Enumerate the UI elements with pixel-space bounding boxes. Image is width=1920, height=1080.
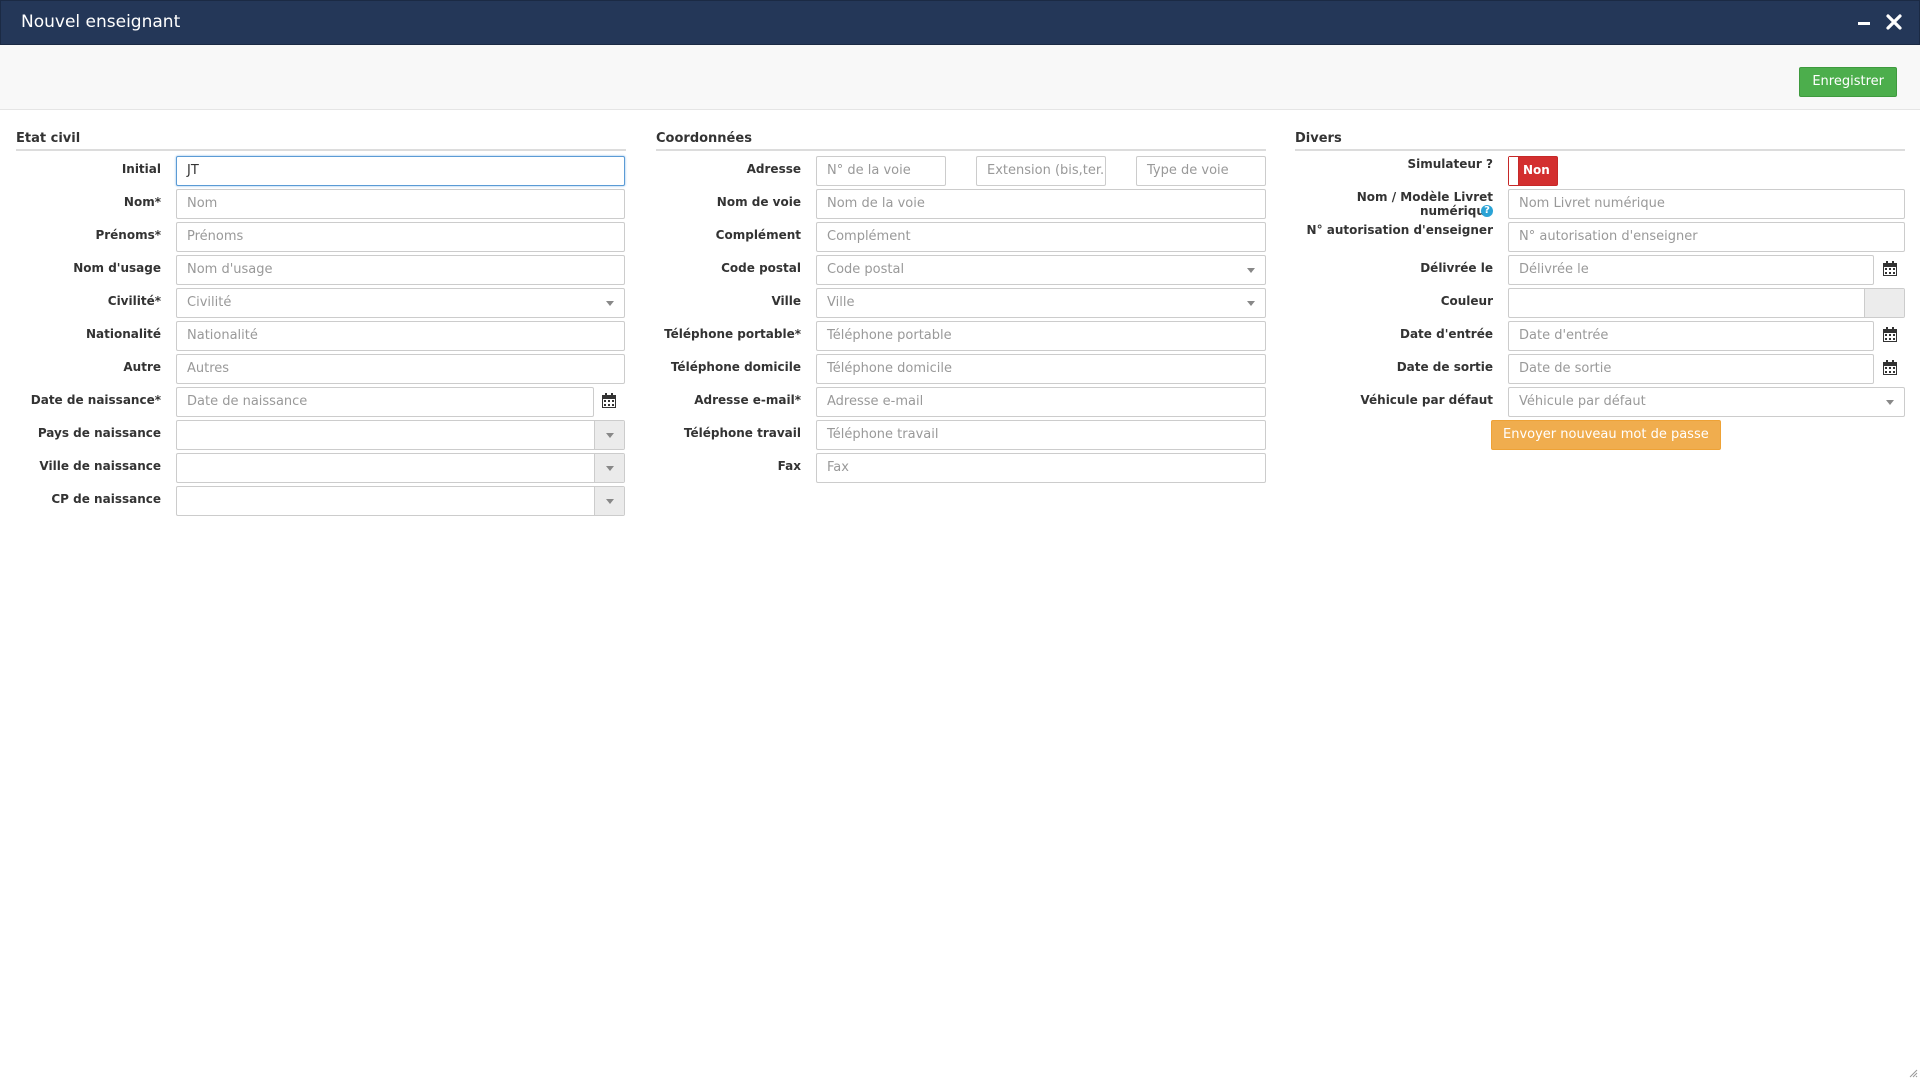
- cp-naissance-dropdown-button[interactable]: [594, 487, 624, 515]
- label-initial: Initial: [121, 162, 161, 176]
- label-date-naissance: Date de naissance*: [30, 393, 161, 407]
- type-voie-input[interactable]: Type de voie: [1136, 156, 1266, 186]
- label-pays-naissance: Pays de naissance: [37, 426, 161, 440]
- label-ville-naissance: Ville de naissance: [39, 459, 161, 473]
- section-etat-civil: Etat civil: [16, 131, 626, 151]
- code-postal-select[interactable]: Code postal: [816, 255, 1266, 285]
- tel-travail-input[interactable]: Téléphone travail: [816, 420, 1266, 450]
- help-icon[interactable]: ?: [1481, 205, 1493, 217]
- pays-naissance-dropdown-button[interactable]: [594, 421, 624, 449]
- caret-down-icon: [606, 499, 614, 504]
- civilite-placeholder: Civilité: [187, 295, 232, 310]
- window-titlebar: Nouvel enseignant: [0, 0, 1920, 45]
- label-autre: Autre: [123, 360, 161, 374]
- label-delivree: Délivrée le: [1420, 261, 1493, 275]
- label-nom: Nom*: [123, 195, 161, 209]
- label-prenoms: Prénoms*: [95, 228, 161, 242]
- close-icon: [1886, 14, 1902, 30]
- tel-domicile-input[interactable]: Téléphone domicile: [816, 354, 1266, 384]
- toolbar: Enregistrer: [0, 45, 1920, 110]
- simulateur-state: Non: [1523, 163, 1550, 177]
- label-nom-voie: Nom de voie: [716, 195, 801, 209]
- cp-naissance-combo[interactable]: [176, 486, 625, 516]
- prenoms-input[interactable]: Prénoms: [176, 222, 625, 252]
- ville-naissance-dropdown-button[interactable]: [594, 454, 624, 482]
- livret-input[interactable]: Nom Livret numérique: [1508, 189, 1905, 219]
- vehicule-placeholder: Véhicule par défaut: [1519, 394, 1646, 409]
- label-nationalite: Nationalité: [86, 327, 161, 341]
- pays-naissance-combo[interactable]: [176, 420, 625, 450]
- numero-voie-input[interactable]: N° de la voie: [816, 156, 946, 186]
- minimize-button[interactable]: [1853, 11, 1875, 33]
- label-date-entree: Date d'entrée: [1400, 327, 1493, 341]
- label-vehicule: Véhicule par défaut: [1360, 393, 1493, 407]
- delivree-input[interactable]: Délivrée le: [1508, 255, 1874, 285]
- label-tel-travail: Téléphone travail: [683, 426, 801, 440]
- caret-down-icon: [606, 433, 614, 438]
- label-email: Adresse e-mail*: [694, 393, 801, 407]
- minimize-icon: [1858, 22, 1870, 25]
- section-coordonnees: Coordonnées: [656, 131, 1266, 151]
- label-tel-domicile: Téléphone domicile: [670, 360, 801, 374]
- nom-input[interactable]: Nom: [176, 189, 625, 219]
- label-couleur: Couleur: [1440, 294, 1493, 308]
- calendar-icon[interactable]: [601, 393, 617, 409]
- caret-down-icon: [606, 301, 614, 306]
- initial-input[interactable]: JT: [176, 156, 625, 186]
- calendar-icon[interactable]: [1882, 261, 1898, 277]
- nationalite-input[interactable]: Nationalité: [176, 321, 625, 351]
- autorisation-input[interactable]: N° autorisation d'enseigner: [1508, 222, 1905, 252]
- label-cp-naissance: CP de naissance: [51, 492, 161, 506]
- caret-down-icon: [1886, 400, 1894, 405]
- label-code-postal: Code postal: [721, 261, 801, 275]
- section-title-etat-civil: Etat civil: [16, 131, 626, 151]
- nom-voie-input[interactable]: Nom de la voie: [816, 189, 1266, 219]
- section-title-coordonnees: Coordonnées: [656, 131, 1266, 151]
- label-ville: Ville: [771, 294, 801, 308]
- color-swatch[interactable]: [1864, 289, 1904, 317]
- civilite-select[interactable]: Civilité: [176, 288, 625, 318]
- label-livret: Nom / Modèle Livret numérique: [1356, 190, 1493, 218]
- close-button[interactable]: [1883, 11, 1905, 33]
- date-sortie-input[interactable]: Date de sortie: [1508, 354, 1874, 384]
- vehicule-select[interactable]: Véhicule par défaut: [1508, 387, 1905, 417]
- label-tel-portable: Téléphone portable*: [664, 327, 801, 341]
- code-postal-placeholder: Code postal: [827, 262, 905, 277]
- ville-placeholder: Ville: [827, 295, 855, 310]
- caret-down-icon: [1247, 268, 1255, 273]
- section-divers: Divers: [1295, 131, 1905, 151]
- ville-select[interactable]: Ville: [816, 288, 1266, 318]
- calendar-icon[interactable]: [1882, 360, 1898, 376]
- couleur-picker[interactable]: [1508, 288, 1905, 318]
- caret-down-icon: [606, 466, 614, 471]
- tel-portable-input[interactable]: Téléphone portable: [816, 321, 1266, 351]
- label-adresse: Adresse: [746, 162, 801, 176]
- window-title: Nouvel enseignant: [21, 12, 181, 32]
- label-fax: Fax: [777, 459, 801, 473]
- reset-password-button[interactable]: Envoyer nouveau mot de passe: [1491, 420, 1721, 450]
- label-date-sortie: Date de sortie: [1396, 360, 1493, 374]
- caret-down-icon: [1247, 301, 1255, 306]
- section-title-divers: Divers: [1295, 131, 1905, 151]
- date-entree-input[interactable]: Date d'entrée: [1508, 321, 1874, 351]
- toggle-knob: [1509, 157, 1519, 185]
- save-button[interactable]: Enregistrer: [1799, 67, 1897, 97]
- nom-usage-input[interactable]: Nom d'usage: [176, 255, 625, 285]
- ville-naissance-combo[interactable]: [176, 453, 625, 483]
- label-nom-usage: Nom d'usage: [73, 261, 161, 275]
- email-input[interactable]: Adresse e-mail: [816, 387, 1266, 417]
- complement-input[interactable]: Complément: [816, 222, 1266, 252]
- autre-input[interactable]: Autres: [176, 354, 625, 384]
- date-naissance-input[interactable]: Date de naissance: [176, 387, 594, 417]
- resize-grip-icon[interactable]: [1908, 1068, 1918, 1078]
- label-complement: Complément: [715, 228, 801, 242]
- extension-input[interactable]: Extension (bis,ter...: [976, 156, 1106, 186]
- label-civilite: Civilité*: [107, 294, 161, 308]
- calendar-icon[interactable]: [1882, 327, 1898, 343]
- label-simulateur: Simulateur ?: [1407, 157, 1494, 171]
- label-autorisation: N° autorisation d'enseigner: [1306, 223, 1493, 237]
- fax-input[interactable]: Fax: [816, 453, 1266, 483]
- simulateur-toggle[interactable]: Non: [1508, 156, 1558, 186]
